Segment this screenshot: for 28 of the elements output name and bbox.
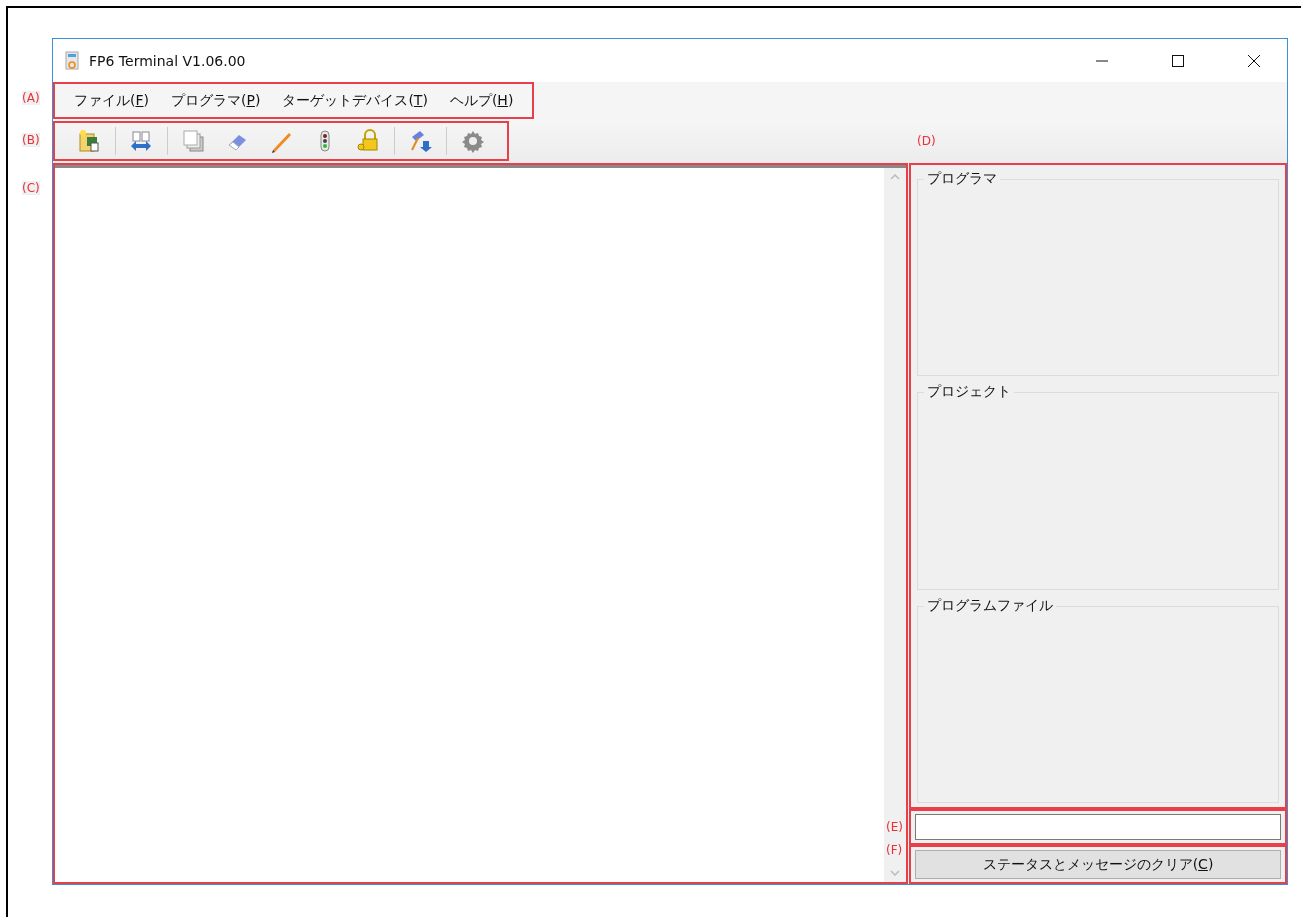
menu-item[interactable]: ファイル(F) xyxy=(63,87,160,114)
folder-icon xyxy=(76,129,101,153)
annotation-label: (E) xyxy=(886,820,903,834)
group-label: プログラマ xyxy=(924,170,1000,188)
clear-button[interactable]: ステータスとメッセージのクリア(C) xyxy=(915,850,1281,879)
annotation-label: (B) xyxy=(22,133,40,147)
scroll-down-icon[interactable] xyxy=(890,870,900,876)
annotation-label: (D) xyxy=(917,134,936,148)
window-title: FP6 Terminal V1.06.00 xyxy=(89,52,247,69)
scroll-up-icon[interactable] xyxy=(890,174,900,180)
minimize-icon xyxy=(1095,59,1109,62)
pages-icon xyxy=(181,129,206,153)
close-icon xyxy=(1247,53,1261,68)
menu-item[interactable]: ターゲットデバイス(T) xyxy=(271,87,439,114)
maximize-icon xyxy=(1171,53,1185,68)
menu-item[interactable]: ヘルプ(H) xyxy=(438,87,525,114)
app-icon xyxy=(65,50,79,71)
menu-item[interactable]: プログラマ(P) xyxy=(160,87,272,114)
settings-icon xyxy=(461,129,486,153)
swap-arrows-icon xyxy=(129,129,154,153)
annotation-label: (C) xyxy=(22,181,40,195)
annotation-label: (A) xyxy=(22,91,40,105)
annotation-label: (F) xyxy=(886,843,903,857)
vertical-scrollbar[interactable] xyxy=(884,168,906,882)
padlock-icon xyxy=(356,129,381,153)
hammer-icon xyxy=(408,129,433,153)
group-label: プログラムファイル xyxy=(924,596,1056,615)
status-field[interactable] xyxy=(915,814,1281,840)
